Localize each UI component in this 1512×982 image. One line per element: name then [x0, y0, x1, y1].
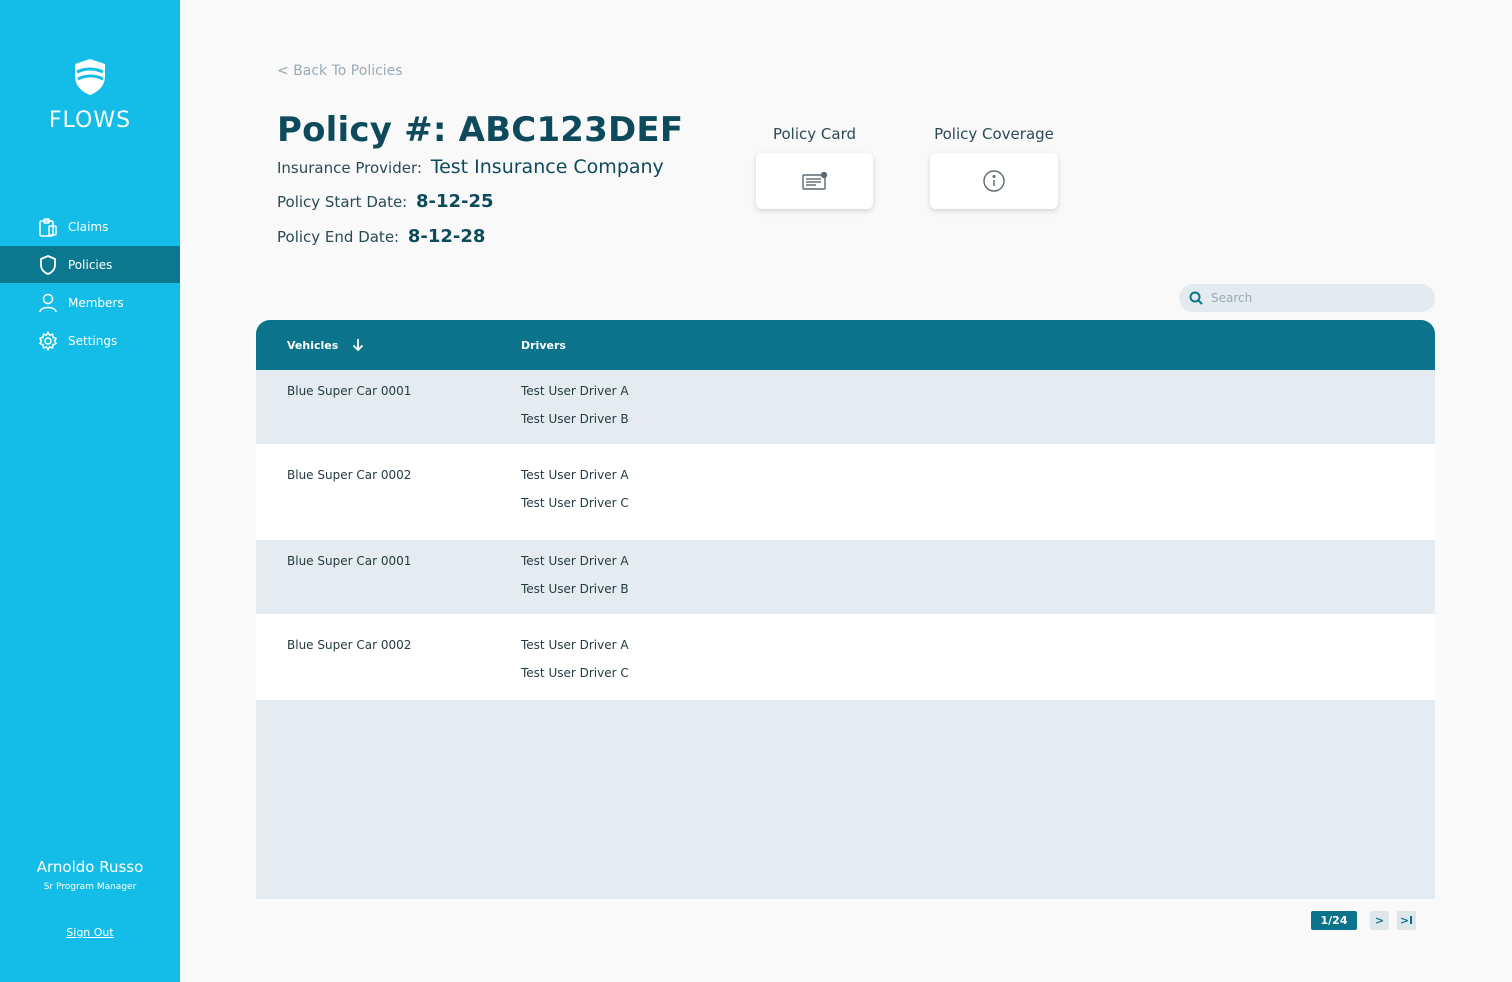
- search-icon: [1189, 291, 1203, 305]
- sidebar-item-settings[interactable]: Settings: [0, 322, 180, 359]
- drivers-cell: Test User Driver A Test User Driver C: [521, 631, 629, 687]
- sidebar-item-members[interactable]: Members: [0, 284, 180, 321]
- page-title: Policy #: ABC123DEF: [277, 110, 684, 150]
- shield-icon: [38, 254, 58, 275]
- start-date-label: Policy Start Date:: [277, 193, 408, 211]
- vehicle-cell: Blue Super Car 0001: [287, 554, 412, 568]
- table-row[interactable]: Blue Super Car 0001 Test User Driver A T…: [256, 540, 1435, 614]
- insurance-provider: Insurance Provider: Test Insurance Compa…: [277, 156, 664, 178]
- vehicles-column-label: Vehicles: [287, 338, 339, 352]
- sidebar-item-claims[interactable]: Claims: [0, 208, 180, 245]
- sidebar-nav: Claims Policies Members Settings: [0, 208, 180, 360]
- driver-name: Test User Driver B: [521, 582, 629, 596]
- user-role: Sr Program Manager: [43, 882, 137, 892]
- back-to-policies-link[interactable]: < Back To Policies: [277, 63, 403, 79]
- vehicle-cell: Blue Super Car 0002: [287, 468, 412, 482]
- vehicles-table: Vehicles Drivers Blue Super Car 0001 Tes…: [256, 320, 1435, 899]
- driver-name: Test User Driver A: [521, 468, 629, 482]
- user-profile: Arnoldo Russo Sr Program Manager: [0, 858, 180, 892]
- table-row[interactable]: Blue Super Car 0001 Test User Driver A T…: [256, 370, 1435, 444]
- page-indicator: 1/24: [1311, 911, 1357, 930]
- vehicle-cell: Blue Super Car 0002: [287, 638, 412, 652]
- user-icon: [38, 293, 58, 313]
- sign-out-link[interactable]: Sign Out: [0, 926, 180, 939]
- pagination: 1/24 > >I: [1311, 911, 1416, 930]
- last-page-button[interactable]: >I: [1397, 911, 1416, 930]
- drivers-cell: Test User Driver A Test User Driver B: [521, 547, 629, 603]
- policy-end-date: Policy End Date: 8-12-28: [277, 226, 485, 247]
- driver-name: Test User Driver A: [521, 384, 629, 398]
- table-row[interactable]: Blue Super Car 0002 Test User Driver A T…: [256, 444, 1435, 540]
- sort-arrow-down-icon[interactable]: [352, 338, 364, 352]
- driver-name: Test User Driver A: [521, 638, 629, 652]
- logo: FLOWS: [0, 58, 180, 133]
- sidebar: FLOWS Claims Policies Members Settings A…: [0, 0, 180, 982]
- driver-name: Test User Driver C: [521, 496, 629, 510]
- driver-name: Test User Driver B: [521, 412, 629, 426]
- policy-coverage-group: Policy Coverage: [930, 125, 1058, 209]
- policy-coverage-label: Policy Coverage: [934, 125, 1054, 143]
- policy-card-label: Policy Card: [772, 125, 856, 143]
- policy-start-date: Policy Start Date: 8-12-25: [277, 191, 494, 212]
- vehicles-column-header[interactable]: Vehicles: [287, 338, 364, 352]
- table-row[interactable]: Blue Super Car 0002 Test User Driver A T…: [256, 614, 1435, 700]
- sidebar-item-label: Members: [68, 295, 124, 310]
- policy-coverage-button[interactable]: [930, 153, 1058, 209]
- info-icon: [983, 170, 1005, 192]
- next-page-button[interactable]: >: [1370, 911, 1389, 930]
- sidebar-item-policies[interactable]: Policies: [0, 246, 180, 283]
- clipboard-icon: [38, 217, 58, 237]
- gear-icon: [38, 330, 58, 351]
- search-input[interactable]: [1211, 291, 1421, 305]
- drivers-cell: Test User Driver A Test User Driver C: [521, 461, 629, 517]
- table-header: Vehicles Drivers: [256, 320, 1435, 370]
- user-name: Arnoldo Russo: [36, 858, 144, 876]
- driver-name: Test User Driver C: [521, 666, 629, 680]
- driver-name: Test User Driver A: [521, 554, 629, 568]
- sidebar-item-label: Claims: [68, 219, 109, 234]
- policy-card-group: Policy Card: [756, 125, 873, 209]
- id-card-icon: [801, 171, 827, 190]
- vehicle-cell: Blue Super Car 0001: [287, 384, 412, 398]
- app-name: FLOWS: [48, 108, 132, 133]
- sidebar-item-label: Settings: [68, 333, 118, 348]
- policy-card-button[interactable]: [756, 153, 873, 209]
- drivers-column-header[interactable]: Drivers: [521, 339, 566, 352]
- shield-logo-icon: [75, 59, 105, 95]
- drivers-cell: Test User Driver A Test User Driver B: [521, 377, 629, 433]
- start-date-value: 8-12-25: [416, 191, 494, 212]
- end-date-label: Policy End Date:: [277, 228, 400, 246]
- end-date-value: 8-12-28: [407, 226, 486, 247]
- provider-label: Insurance Provider:: [277, 159, 422, 177]
- search-bar[interactable]: [1179, 284, 1435, 312]
- provider-value: Test Insurance Company: [430, 156, 664, 178]
- sidebar-item-label: Policies: [68, 257, 113, 272]
